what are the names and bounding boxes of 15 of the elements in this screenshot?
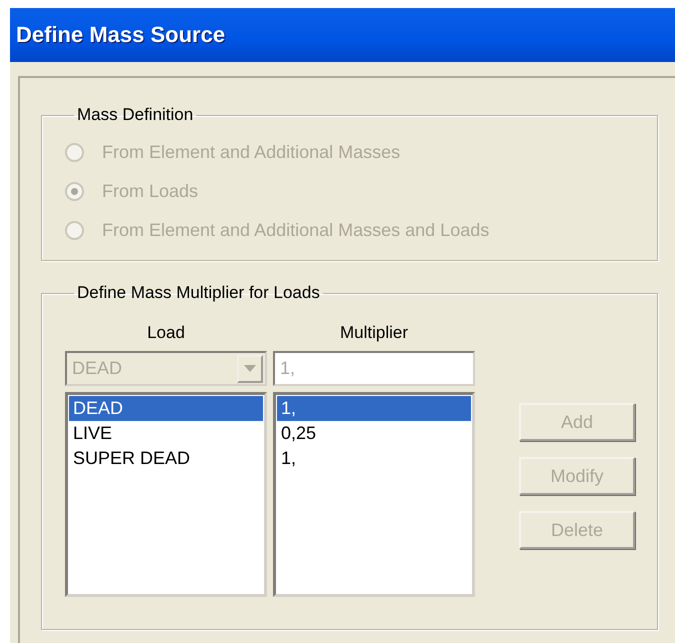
group-title: Define Mass Multiplier for Loads — [76, 283, 321, 303]
window-title: Define Mass Source — [16, 22, 226, 48]
group-title: Mass Definition — [76, 105, 194, 125]
list-item[interactable]: LIVE — [69, 421, 263, 446]
list-item[interactable]: SUPER DEAD — [69, 446, 263, 471]
radio-label: From Loads — [102, 181, 198, 202]
list-item[interactable]: 1, — [277, 446, 471, 471]
caret-icon — [244, 365, 256, 372]
column-header: Multiplier — [340, 323, 408, 343]
radio-label: From Element and Additional Masses and Loads — [102, 220, 490, 241]
radio-label: From Element and Additional Masses — [102, 142, 400, 163]
list-item[interactable]: 1, — [277, 396, 471, 421]
list-item[interactable]: DEAD — [69, 396, 263, 421]
column-header: Load — [147, 323, 185, 343]
list-item[interactable]: 0,25 — [277, 421, 471, 446]
